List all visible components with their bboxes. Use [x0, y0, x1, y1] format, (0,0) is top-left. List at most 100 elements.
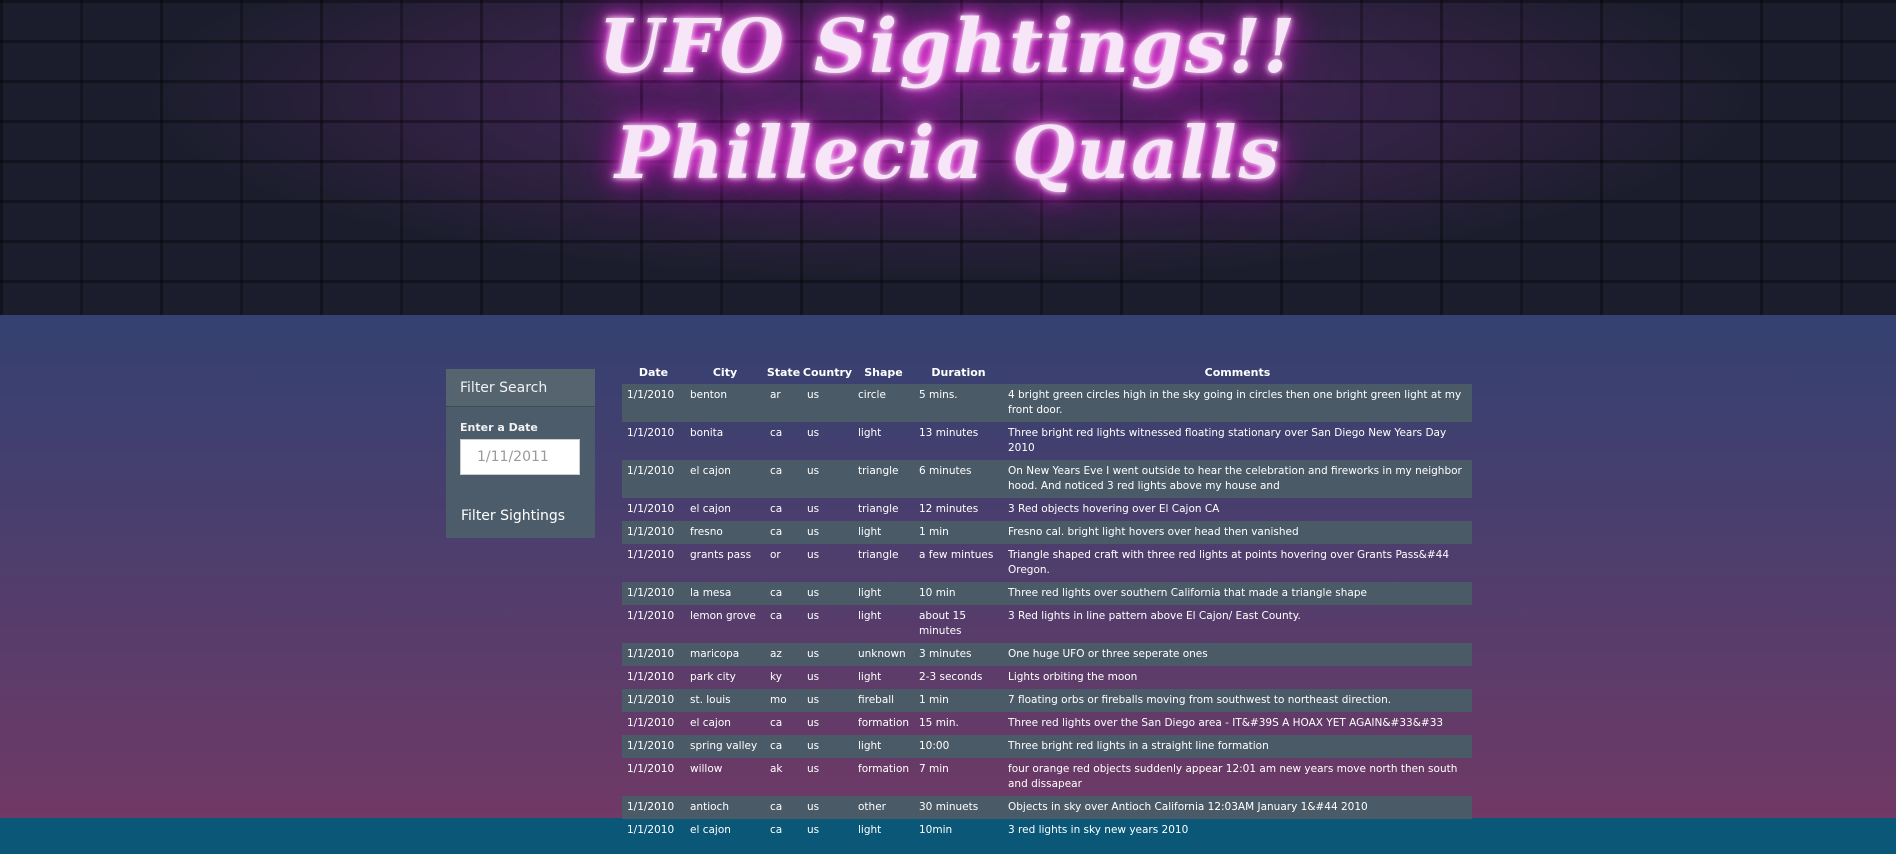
- column-header-city: City: [712, 365, 738, 379]
- cell-date: 1/1/2010: [627, 671, 675, 683]
- cell-country: us: [807, 717, 820, 729]
- cell-shape: light: [858, 610, 882, 622]
- cell-comments: Three bright red lights in a straight li…: [1003, 735, 1472, 758]
- table-row: 1/1/2010 maricopa az us unknown 3 minutes One …: [622, 643, 1472, 666]
- cell-city: antioch: [685, 796, 765, 819]
- cell-state: or: [770, 549, 781, 561]
- cell-comments: Fresno cal. bright light hovers over hea…: [1003, 521, 1472, 544]
- cell-comments: On New Years Eve I went outside to hear …: [1003, 460, 1472, 498]
- cell-country: us: [802, 384, 853, 422]
- column-header-state: State: [766, 365, 801, 379]
- cell-shape: formation: [858, 717, 910, 729]
- cell-state: ca: [765, 460, 802, 498]
- table-row: 1/1/2010 antioch ca us other 30 minuets Object…: [622, 796, 1472, 819]
- hero-banner: UFO Sightings!! Phillecia Qualls: [0, 0, 1896, 315]
- table-row: 1/1/2010 la mesa ca us light 10 min Three red …: [622, 582, 1472, 605]
- cell-shape: triangle: [858, 549, 899, 561]
- cell-duration: 2-3 seconds: [919, 671, 983, 683]
- table-row: 1/1/2010 fresno ca us light 1 min Fresno cal. …: [622, 521, 1472, 544]
- cell-city: el cajon: [690, 824, 731, 836]
- filter-sightings-button[interactable]: Filter Sightings: [461, 508, 565, 524]
- cell-city: willow: [690, 763, 723, 775]
- cell-country: us: [802, 521, 853, 544]
- cell-country: us: [802, 689, 853, 712]
- cell-state: ca: [770, 717, 783, 729]
- column-header-comments: Comments: [1204, 365, 1271, 379]
- cell-duration: 12 minutes: [919, 503, 979, 515]
- cell-date: 1/1/2010: [627, 503, 675, 515]
- cell-duration: 1 min: [914, 689, 1003, 712]
- column-header-country: Country: [802, 365, 853, 379]
- cell-duration: 15 min.: [919, 717, 959, 729]
- cell-comments: Triangle shaped craft with three red lig…: [1008, 549, 1450, 576]
- cell-shape: light: [858, 427, 882, 439]
- cell-date: 1/1/2010: [627, 610, 675, 622]
- cell-state: ca: [765, 582, 802, 605]
- site-author: Phillecia Qualls: [614, 110, 1282, 195]
- cell-date: 1/1/2010: [627, 427, 675, 439]
- table-row: 1/1/2010 park city ky us light 2-3 seconds Lig…: [622, 666, 1472, 689]
- cell-comments: 7 floating orbs or fireballs moving from…: [1003, 689, 1472, 712]
- table-row: 1/1/2010 lemon grove ca us light about 15 min…: [622, 605, 1472, 643]
- table-row: 1/1/2010 grants pass or us triangle a few min…: [622, 544, 1472, 582]
- sightings-table-container: Date City State Country Shape Duration C…: [622, 360, 1472, 842]
- cell-state: ca: [770, 824, 783, 836]
- cell-shape: other: [853, 796, 914, 819]
- cell-comments: 3 Red lights in line pattern above El Ca…: [1008, 610, 1301, 622]
- cell-city: el cajon: [685, 460, 765, 498]
- cell-comments: Three red lights over southern Californi…: [1003, 582, 1472, 605]
- table-row: 1/1/2010 el cajon ca us triangle 12 minutes 3 …: [622, 498, 1472, 521]
- filter-panel-title: Filter Search: [446, 369, 595, 407]
- cell-city: park city: [690, 671, 736, 683]
- cell-duration: 10:00: [914, 735, 1003, 758]
- table-row: 1/1/2010 bonita ca us light 13 minutes Three b…: [622, 422, 1472, 460]
- table-row: 1/1/2010 el cajon ca us triangle 6 minutes On …: [622, 460, 1472, 498]
- cell-country: us: [807, 763, 820, 775]
- cell-duration: about 15 minutes: [919, 610, 966, 637]
- cell-duration: 10min: [919, 824, 953, 836]
- cell-date: 1/1/2010: [622, 796, 685, 819]
- cell-country: us: [802, 460, 853, 498]
- cell-country: us: [802, 796, 853, 819]
- cell-shape: light: [858, 671, 882, 683]
- cell-country: us: [807, 671, 820, 683]
- date-input-label: Enter a Date: [460, 421, 538, 434]
- cell-comments: 3 red lights in sky new years 2010: [1008, 824, 1189, 836]
- cell-duration: 30 minuets: [914, 796, 1003, 819]
- cell-shape: unknown: [853, 643, 914, 666]
- table-row: 1/1/2010 st. louis mo us fireball 1 min 7 floa…: [622, 689, 1472, 712]
- cell-country: us: [807, 427, 820, 439]
- sightings-table: Date City State Country Shape Duration C…: [622, 360, 1472, 842]
- cell-date: 1/1/2010: [622, 384, 685, 422]
- cell-city: st. louis: [685, 689, 765, 712]
- cell-shape: triangle: [853, 460, 914, 498]
- cell-city: benton: [685, 384, 765, 422]
- cell-comments: Objects in sky over Antioch California 1…: [1003, 796, 1472, 819]
- cell-shape: circle: [853, 384, 914, 422]
- cell-state: ca: [770, 503, 783, 515]
- cell-duration: 6 minutes: [914, 460, 1003, 498]
- cell-duration: a few mintues: [919, 549, 994, 561]
- cell-state: ky: [770, 671, 782, 683]
- cell-country: us: [807, 549, 820, 561]
- column-header-shape: Shape: [864, 365, 903, 379]
- cell-comments: 4 bright green circles high in the sky g…: [1003, 384, 1472, 422]
- table-header-row: Date City State Country Shape Duration C…: [622, 360, 1472, 384]
- cell-country: us: [807, 824, 820, 836]
- filter-panel: Filter Search Enter a Date Filter Sighti…: [446, 369, 595, 538]
- cell-country: us: [807, 503, 820, 515]
- cell-state: ca: [770, 427, 783, 439]
- cell-country: us: [802, 582, 853, 605]
- cell-date: 1/1/2010: [622, 460, 685, 498]
- cell-shape: triangle: [858, 503, 899, 515]
- cell-date: 1/1/2010: [627, 549, 675, 561]
- cell-city: maricopa: [685, 643, 765, 666]
- cell-city: fresno: [685, 521, 765, 544]
- cell-date: 1/1/2010: [627, 717, 675, 729]
- cell-country: us: [807, 610, 820, 622]
- cell-city: lemon grove: [690, 610, 756, 622]
- site-title: UFO Sightings!!: [598, 4, 1298, 90]
- cell-comments: Lights orbiting the moon: [1008, 671, 1138, 683]
- table-row: 1/1/2010 benton ar us circle 5 mins. 4 bright …: [622, 384, 1472, 422]
- date-input[interactable]: [460, 439, 580, 475]
